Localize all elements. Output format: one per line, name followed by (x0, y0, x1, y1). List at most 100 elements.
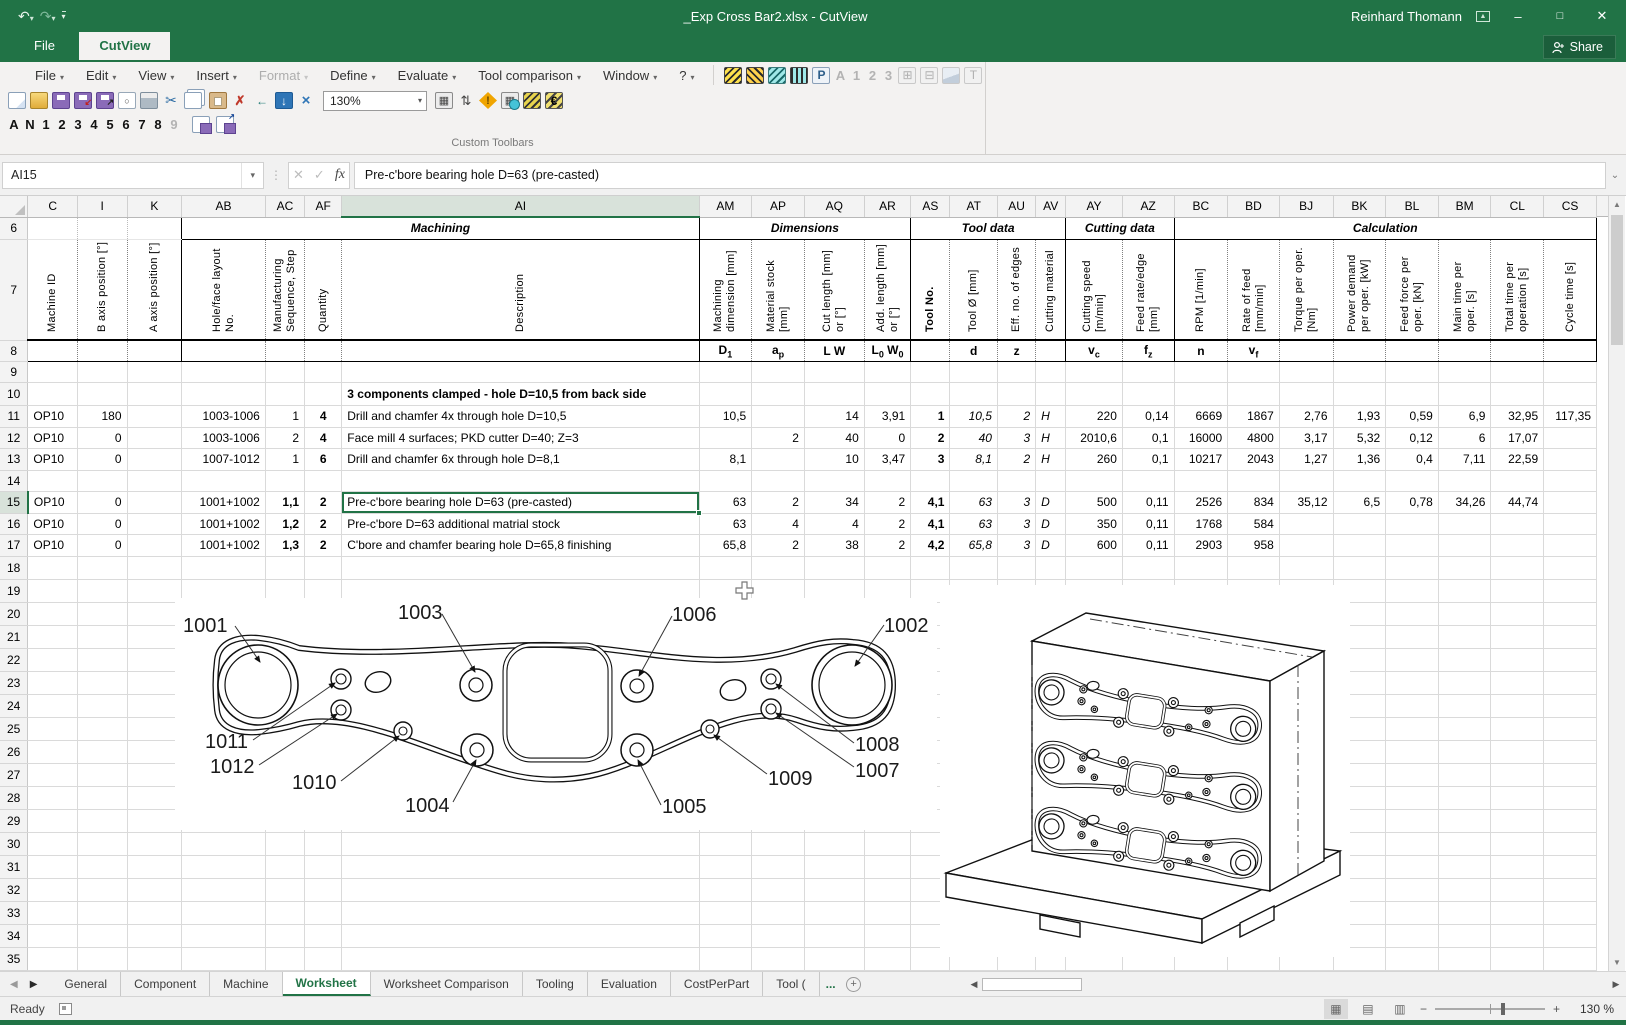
cell-C34[interactable] (28, 924, 78, 947)
cell-AB35[interactable] (182, 947, 266, 970)
cell-BK16[interactable] (1333, 513, 1386, 535)
menu-define[interactable]: Define▾ (319, 68, 387, 83)
cell-AM18[interactable] (699, 556, 752, 579)
cell-C25[interactable] (28, 717, 78, 740)
cell-K22[interactable] (127, 648, 182, 671)
cell-AV15[interactable]: D (1036, 492, 1066, 514)
cell-C19[interactable] (28, 579, 78, 602)
cell-I16[interactable]: 0 (77, 513, 127, 535)
cell-BL9[interactable] (1386, 361, 1439, 383)
sheet-tab-tooling[interactable]: Tooling (523, 972, 588, 996)
cell-BL34[interactable] (1386, 924, 1439, 947)
select-all-corner[interactable] (0, 196, 28, 217)
cell-K20[interactable] (127, 602, 182, 625)
redo-icon[interactable]: ↷▾ (40, 8, 56, 25)
symbol-AZ[interactable]: fz (1122, 340, 1174, 361)
cell-CS28[interactable] (1544, 786, 1597, 809)
column-header-BL[interactable]: BL (1386, 196, 1439, 217)
symbol-AB[interactable] (182, 340, 266, 361)
cell-AF12[interactable]: 4 (305, 427, 342, 449)
cell-AI35[interactable] (342, 947, 699, 970)
formula-input[interactable]: Pre-c'bore bearing hole D=63 (pre-casted… (354, 162, 1606, 189)
cell-BC14[interactable] (1174, 470, 1228, 492)
scroll-down-icon[interactable]: ▼ (1609, 954, 1625, 971)
cell-BL10[interactable] (1386, 383, 1439, 406)
symbol-I[interactable] (77, 340, 127, 361)
cell-K30[interactable] (127, 832, 182, 855)
row-header-34[interactable]: 34 (0, 924, 28, 947)
cell-AT11[interactable]: 10,5 (950, 406, 998, 428)
cell-AM12[interactable] (699, 427, 752, 449)
field-header-AT[interactable]: Tool Ø [mm] (950, 239, 998, 340)
new-document-icon[interactable] (8, 92, 26, 109)
cell-CL11[interactable]: 32,95 (1491, 406, 1544, 428)
cell-K15[interactable] (127, 492, 182, 514)
open-icon[interactable] (30, 92, 48, 109)
delete-rows-icon[interactable]: ✗ (231, 92, 249, 109)
insert-function-icon[interactable]: fx (335, 167, 345, 183)
field-header-AS[interactable]: Tool No. (911, 239, 950, 340)
cell-C26[interactable] (28, 740, 78, 763)
ribbon-tab-file[interactable]: File (14, 32, 75, 60)
cell-CS12[interactable] (1544, 427, 1597, 449)
cell-BL17[interactable] (1386, 535, 1439, 557)
cell-BM15[interactable]: 34,26 (1438, 492, 1491, 514)
cell-BM17[interactable] (1438, 535, 1491, 557)
column-header-AF[interactable]: AF (305, 196, 342, 217)
cell-C35[interactable] (28, 947, 78, 970)
cell-CS32[interactable] (1544, 878, 1597, 901)
row-header-30[interactable]: 30 (0, 832, 28, 855)
column-header-K[interactable]: K (127, 196, 182, 217)
symbol-CL[interactable] (1491, 340, 1544, 361)
cell-AR14[interactable] (864, 470, 910, 492)
cell-BM22[interactable] (1438, 648, 1491, 671)
cell-CL31[interactable] (1491, 855, 1544, 878)
row-header-6[interactable]: 6 (0, 217, 28, 239)
cell-BM35[interactable] (1438, 947, 1491, 970)
row-header-14[interactable]: 14 (0, 470, 28, 492)
cell-BM31[interactable] (1438, 855, 1491, 878)
cell-AQ32[interactable] (804, 878, 864, 901)
insert-table-column-icon[interactable]: ⊞ (898, 67, 916, 84)
row-header-22[interactable]: 22 (0, 648, 28, 671)
menu-tool-comparison[interactable]: Tool comparison▾ (467, 68, 592, 83)
column-header-BC[interactable]: BC (1174, 196, 1228, 217)
cell-AR11[interactable]: 3,91 (864, 406, 910, 428)
cell-BM13[interactable]: 7,11 (1438, 449, 1491, 471)
menu-edit[interactable]: Edit▾ (75, 68, 127, 83)
field-header-BD[interactable]: Rate of feed [mm/min] (1228, 239, 1280, 340)
cell-AS18[interactable] (911, 556, 950, 579)
field-header-K[interactable]: A axis position [°] (127, 239, 182, 340)
cell-BJ18[interactable] (1279, 556, 1333, 579)
cell-AF31[interactable] (305, 855, 342, 878)
cell-CS23[interactable] (1544, 671, 1597, 694)
cell-BJ11[interactable]: 2,76 (1279, 406, 1333, 428)
cell-CL32[interactable] (1491, 878, 1544, 901)
cell-AM14[interactable] (699, 470, 752, 492)
cell-CS10[interactable] (1544, 383, 1597, 406)
sheet-tab-worksheet-comparison[interactable]: Worksheet Comparison (371, 972, 523, 996)
cell-BC15[interactable]: 2526 (1174, 492, 1228, 514)
cell-BM27[interactable] (1438, 763, 1491, 786)
cell-CS25[interactable] (1544, 717, 1597, 740)
cell-AM34[interactable] (699, 924, 752, 947)
cell-AT17[interactable]: 65,8 (950, 535, 998, 557)
column-header-I[interactable]: I (77, 196, 127, 217)
cell-C29[interactable] (28, 809, 78, 832)
cell-CS24[interactable] (1544, 694, 1597, 717)
cell-BM14[interactable] (1438, 470, 1491, 492)
cell-AR17[interactable]: 2 (864, 535, 910, 557)
cell-C11[interactable]: OP10 (28, 406, 78, 428)
cell-AB31[interactable] (182, 855, 266, 878)
cell-AR34[interactable] (864, 924, 910, 947)
save-icon[interactable] (52, 92, 70, 109)
cell-BM23[interactable] (1438, 671, 1491, 694)
cell-AC33[interactable] (265, 901, 304, 924)
cell-I18[interactable] (77, 556, 127, 579)
cell-AQ16[interactable]: 4 (804, 513, 864, 535)
sheet-tab-evaluation[interactable]: Evaluation (588, 972, 671, 996)
column-header-BK[interactable]: BK (1333, 196, 1386, 217)
cell-AT15[interactable]: 63 (950, 492, 998, 514)
cell-AQ13[interactable]: 10 (804, 449, 864, 471)
cell-AU16[interactable]: 3 (997, 513, 1035, 535)
